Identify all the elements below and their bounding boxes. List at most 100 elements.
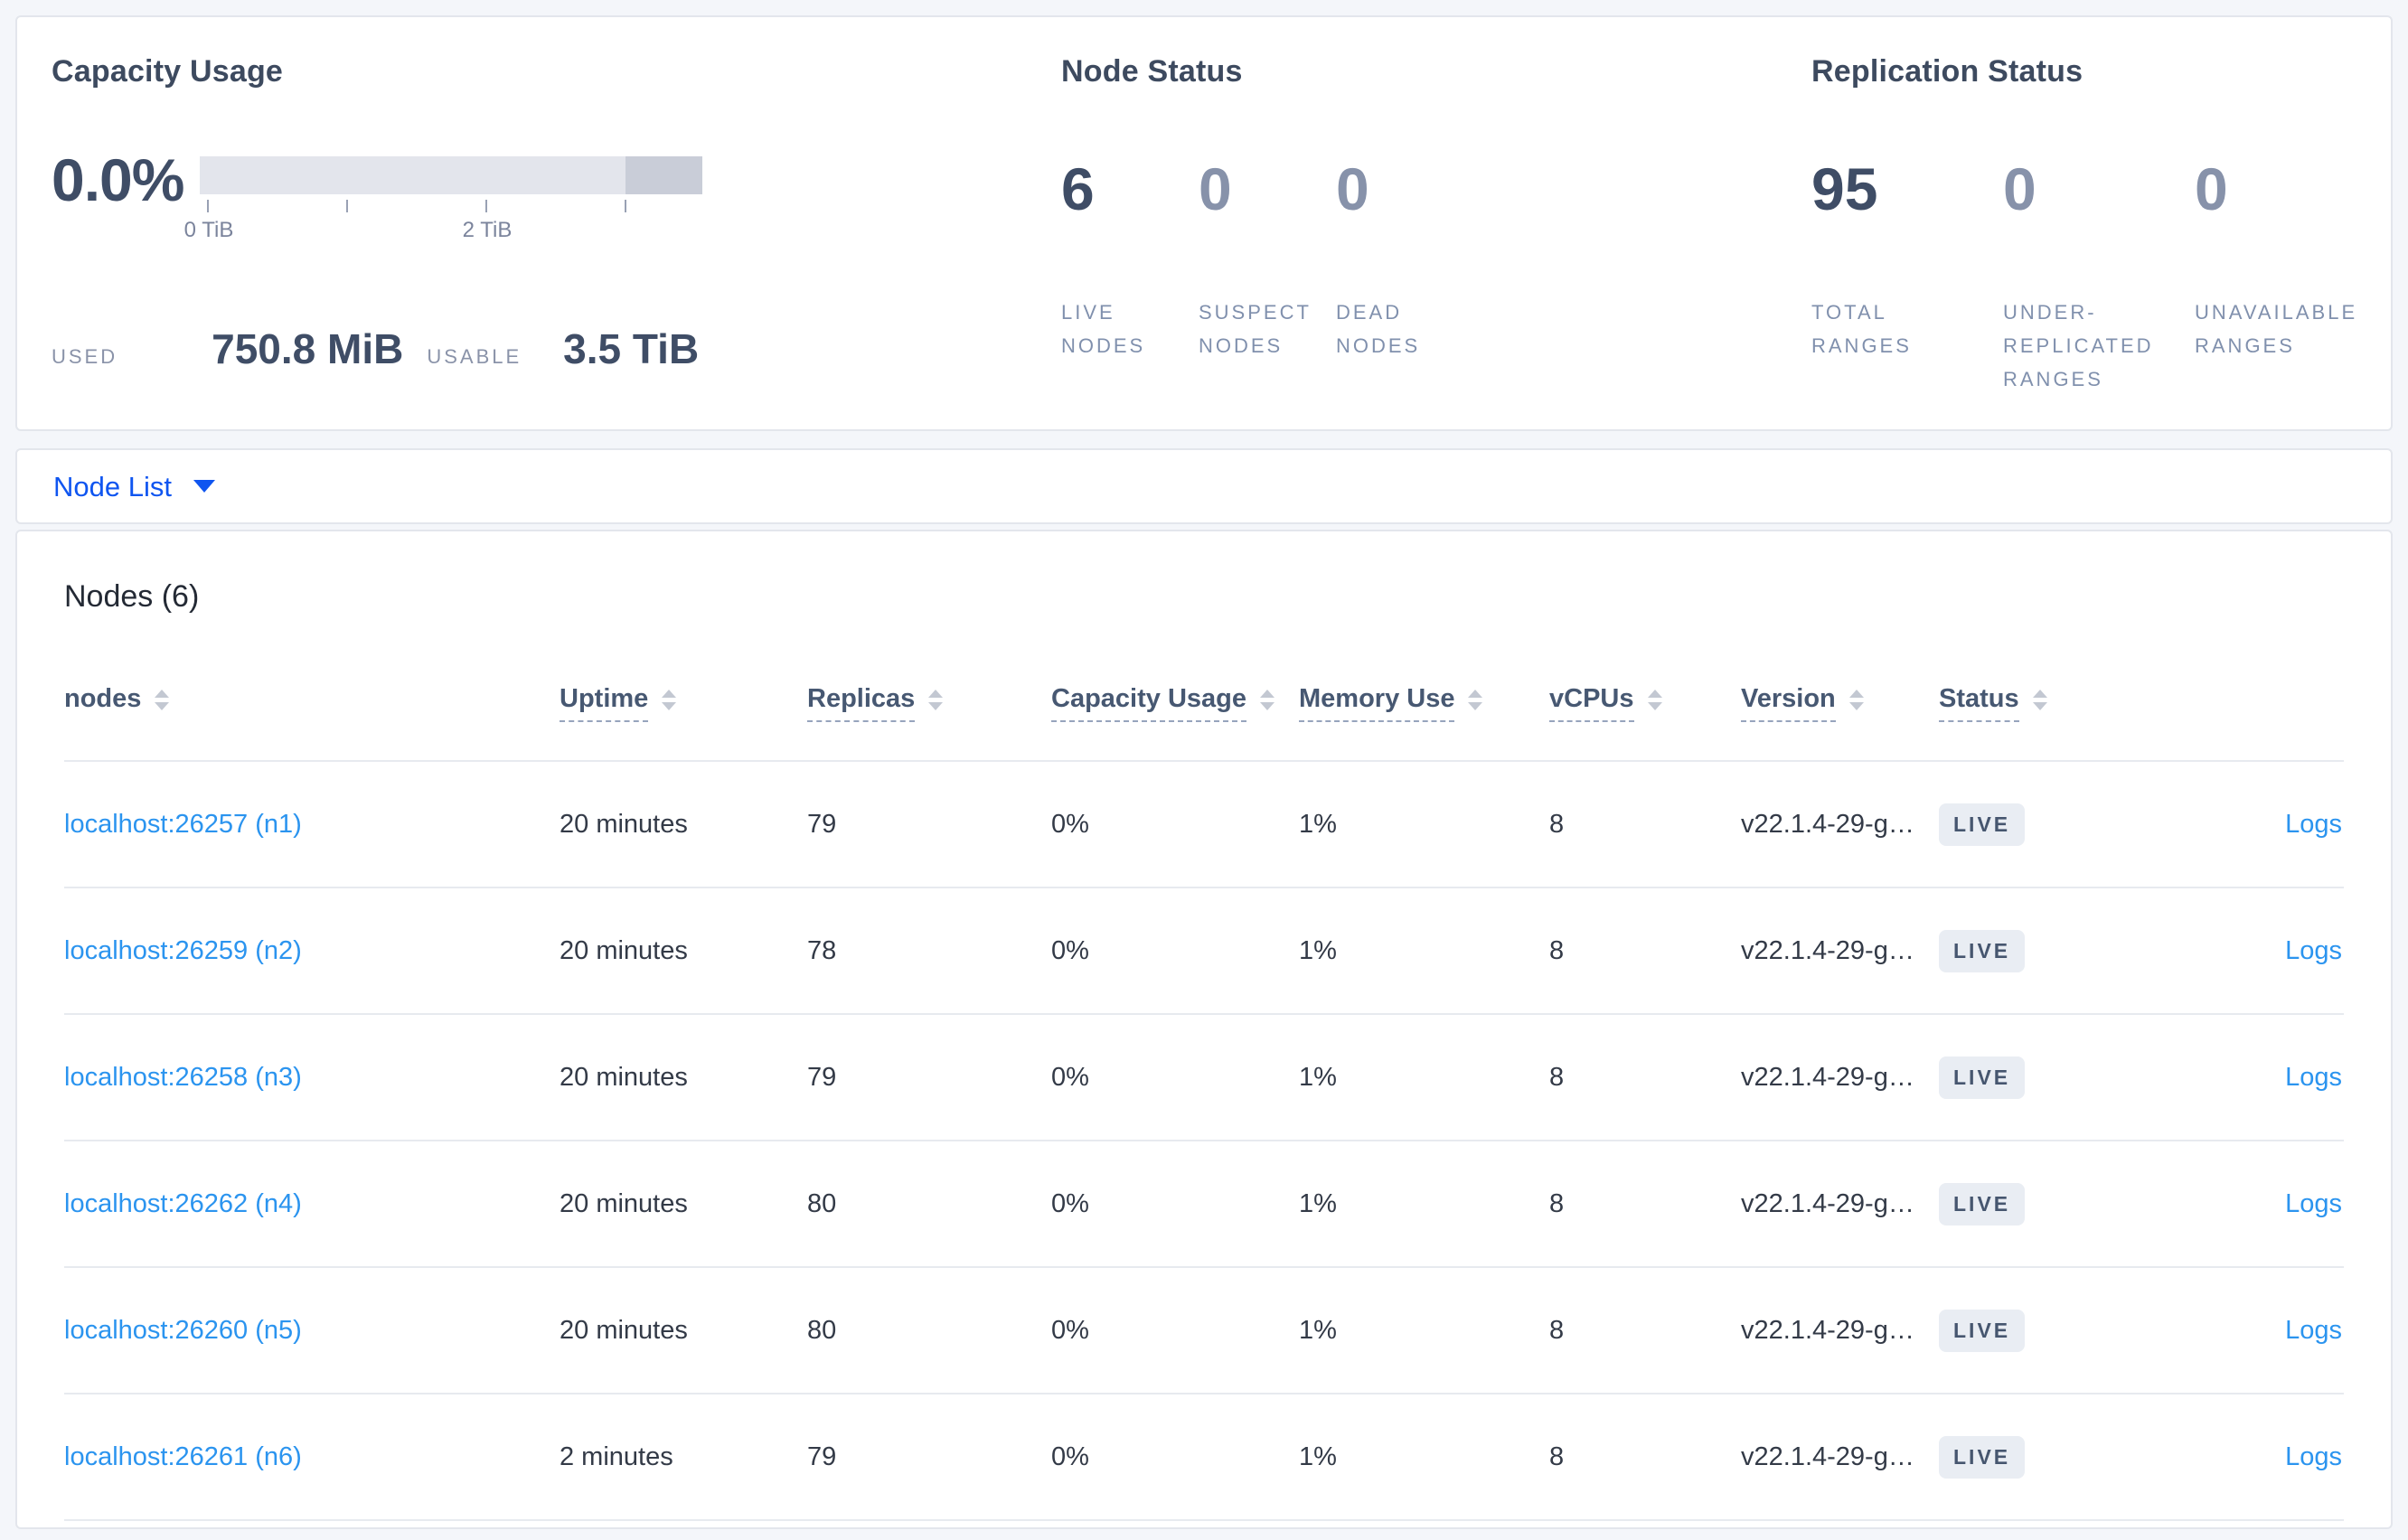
status-badge: LIVE — [1939, 1435, 2026, 1479]
cluster-overview-page: Capacity Usage 0.0% 0 TiB 2 TiB USED 750… — [0, 0, 2408, 1529]
cell-memory-use: 1% — [1299, 1189, 1337, 1218]
stat-dead-nodes: 0 DEAD NODES — [1336, 156, 1473, 362]
cell-memory-use: 1% — [1299, 1063, 1337, 1092]
total-ranges-label: TOTAL RANGES — [1811, 301, 1912, 357]
cell-version: v22.1.4-29-g… — [1741, 1063, 1914, 1092]
cell-replicas: 78 — [807, 936, 837, 965]
table-row: localhost:26261 (n6) 2 minutes 79 0% 1% … — [64, 1394, 2344, 1521]
under-replicated-ranges-value: 0 — [2003, 155, 2036, 222]
status-badge: LIVE — [1939, 929, 2026, 972]
cell-vcpus: 8 — [1549, 1063, 1565, 1092]
capacity-axis-labels: 0 TiB 2 TiB — [184, 218, 702, 245]
table-body: localhost:26257 (n1) 20 minutes 79 0% 1%… — [64, 762, 2344, 1521]
node-link[interactable]: localhost:26261 (n6) — [64, 1442, 302, 1471]
capacity-percent-value: 0.0% — [52, 146, 184, 213]
cluster-summary-panel: Capacity Usage 0.0% 0 TiB 2 TiB USED 750… — [15, 15, 2393, 431]
nodes-table-title: Nodes (6) — [64, 579, 200, 614]
sort-icon[interactable] — [1647, 690, 1662, 710]
sort-icon[interactable] — [1848, 690, 1864, 710]
chevron-down-icon — [193, 480, 215, 493]
cell-uptime: 20 minutes — [560, 936, 688, 965]
sort-icon[interactable] — [662, 690, 677, 710]
usable-value: 3.5 TiB — [563, 325, 700, 372]
replication-status-section: Replication Status 95 TOTAL RANGES 0 UND… — [1811, 53, 2391, 429]
cell-vcpus: 8 — [1549, 1442, 1565, 1471]
cell-capacity-usage: 0% — [1051, 936, 1089, 965]
stat-live-nodes: 6 LIVE NODES — [1061, 156, 1199, 362]
dead-nodes-label: DEAD NODES — [1336, 301, 1421, 357]
cell-vcpus: 8 — [1549, 810, 1565, 839]
capacity-usage-title: Capacity Usage — [52, 54, 284, 89]
sort-icon[interactable] — [155, 690, 170, 710]
cell-vcpus: 8 — [1549, 1316, 1565, 1345]
node-link[interactable]: localhost:26262 (n4) — [64, 1189, 302, 1218]
unavailable-ranges-value: 0 — [2195, 155, 2228, 222]
cell-capacity-usage: 0% — [1051, 1442, 1089, 1471]
capacity-bar-track — [200, 156, 702, 194]
capacity-usage-section: Capacity Usage 0.0% 0 TiB 2 TiB USED 750… — [52, 53, 1061, 429]
cell-version: v22.1.4-29-g… — [1741, 1189, 1914, 1218]
stat-under-replicated-ranges: 0 UNDER-REPLICATED RANGES — [2003, 156, 2195, 396]
axis-tick — [346, 200, 348, 212]
status-badge: LIVE — [1939, 1182, 2026, 1225]
sort-icon[interactable] — [928, 690, 944, 710]
sort-icon[interactable] — [1260, 690, 1275, 710]
column-header-memory-use[interactable]: Memory Use — [1299, 683, 1549, 722]
column-header-replicas[interactable]: Replicas — [807, 683, 1051, 722]
cell-replicas: 80 — [807, 1189, 837, 1218]
status-badge: LIVE — [1939, 803, 2026, 846]
sort-icon[interactable] — [2032, 690, 2047, 710]
total-ranges-value: 95 — [1811, 155, 1878, 222]
used-value: 750.8 MiB — [212, 325, 404, 372]
node-status-section: Node Status 6 LIVE NODES 0 SUSPECT NODES… — [1061, 53, 1811, 429]
cell-replicas: 79 — [807, 1063, 837, 1092]
table-header-row: nodes Uptime Replicas Capacity Usage Mem… — [64, 683, 2344, 762]
logs-link[interactable]: Logs — [2285, 936, 2342, 965]
column-header-uptime[interactable]: Uptime — [560, 683, 807, 722]
capacity-bar-chart: 0 TiB 2 TiB — [184, 156, 702, 245]
capacity-used-usable-row: USED 750.8 MiB USABLE 3.5 TiB — [52, 324, 1061, 373]
cell-capacity-usage: 0% — [1051, 1063, 1089, 1092]
cell-replicas: 80 — [807, 1316, 837, 1345]
cell-uptime: 20 minutes — [560, 1189, 688, 1218]
column-header-capacity-usage[interactable]: Capacity Usage — [1051, 683, 1299, 722]
cell-uptime: 20 minutes — [560, 810, 688, 839]
live-nodes-value: 6 — [1061, 155, 1095, 222]
view-selector-bar: Node List — [15, 448, 2393, 524]
column-header-vcpus[interactable]: vCPUs — [1549, 683, 1741, 722]
cell-capacity-usage: 0% — [1051, 1316, 1089, 1345]
column-header-version[interactable]: Version — [1741, 683, 1939, 722]
stat-suspect-nodes: 0 SUSPECT NODES — [1199, 156, 1336, 362]
cell-uptime: 20 minutes — [560, 1316, 688, 1345]
column-header-status[interactable]: Status — [1939, 683, 2147, 722]
logs-link[interactable]: Logs — [2285, 810, 2342, 839]
cell-uptime: 20 minutes — [560, 1063, 688, 1092]
live-nodes-label: LIVE NODES — [1061, 301, 1146, 357]
cell-memory-use: 1% — [1299, 1316, 1337, 1345]
node-link[interactable]: localhost:26258 (n3) — [64, 1063, 302, 1092]
stat-total-ranges: 95 TOTAL RANGES — [1811, 156, 2003, 396]
table-row: localhost:26260 (n5) 20 minutes 80 0% 1%… — [64, 1268, 2344, 1394]
node-link[interactable]: localhost:26257 (n1) — [64, 810, 302, 839]
node-link[interactable]: localhost:26259 (n2) — [64, 936, 302, 965]
sort-icon[interactable] — [1468, 690, 1483, 710]
cell-memory-use: 1% — [1299, 810, 1337, 839]
table-row: localhost:26262 (n4) 20 minutes 80 0% 1%… — [64, 1141, 2344, 1268]
logs-link[interactable]: Logs — [2285, 1189, 2342, 1218]
axis-label-0tib: 0 TiB — [183, 218, 234, 242]
logs-link[interactable]: Logs — [2285, 1063, 2342, 1092]
used-label: USED — [52, 345, 118, 368]
logs-link[interactable]: Logs — [2285, 1442, 2342, 1471]
cell-memory-use: 1% — [1299, 936, 1337, 965]
node-link[interactable]: localhost:26260 (n5) — [64, 1316, 302, 1345]
cell-replicas: 79 — [807, 810, 837, 839]
table-row: localhost:26257 (n1) 20 minutes 79 0% 1%… — [64, 762, 2344, 888]
column-header-nodes[interactable]: nodes — [64, 683, 560, 722]
suspect-nodes-value: 0 — [1199, 155, 1232, 222]
axis-tick — [207, 200, 209, 212]
logs-link[interactable]: Logs — [2285, 1316, 2342, 1345]
node-list-dropdown[interactable]: Node List — [53, 473, 215, 501]
axis-label-2tib: 2 TiB — [462, 218, 513, 242]
cell-memory-use: 1% — [1299, 1442, 1337, 1471]
cell-capacity-usage: 0% — [1051, 1189, 1089, 1218]
